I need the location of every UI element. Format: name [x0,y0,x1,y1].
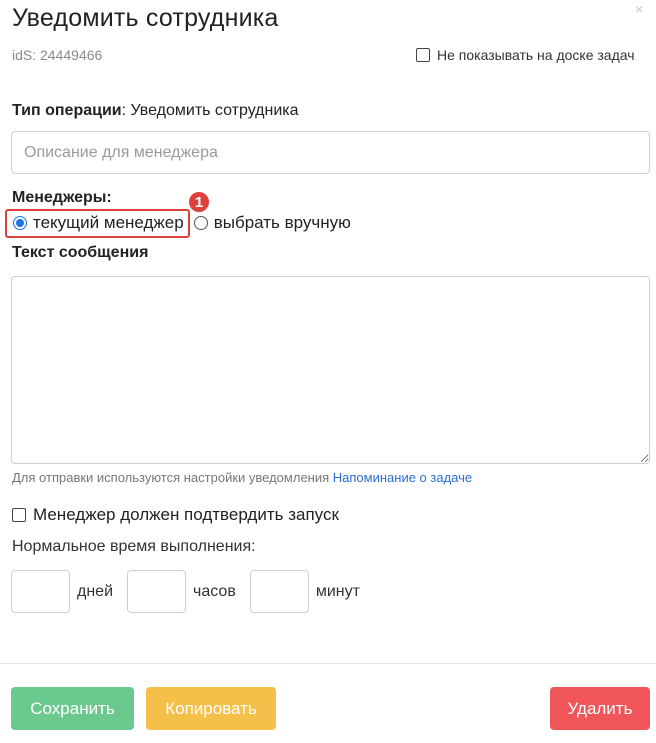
hide-from-board-label: Не показывать на доске задач [437,47,635,63]
save-button[interactable]: Сохранить [11,687,134,730]
delete-button[interactable]: Удалить [550,687,650,730]
radio-current-manager-label: текущий менеджер [33,213,184,232]
annotation-badge: 1 [187,190,211,214]
notification-hint: Для отправки используются настройки увед… [12,470,472,485]
operation-type-label: Тип операции [12,102,122,119]
radio-current-manager[interactable]: текущий менеджер [5,208,190,238]
notification-hint-text: Для отправки используются настройки увед… [12,470,333,485]
dialog-title: Уведомить сотрудника [12,4,279,32]
copy-button[interactable]: Копировать [146,687,276,730]
reminder-settings-link[interactable]: Напоминание о задаче [333,470,472,485]
ids-text: idS: 24449466 [12,47,103,63]
operation-type-value: : Уведомить сотрудника [121,102,299,119]
minutes-label: минут [315,582,360,600]
radio-choose-manually-input[interactable] [193,216,208,230]
days-label: дней [77,582,114,600]
normal-time-label: Нормальное время выполнения: [12,538,256,555]
minutes-input[interactable] [249,570,309,613]
hide-from-board-checkbox[interactable] [416,48,430,62]
radio-choose-manually-label: выбрать вручную [213,213,351,232]
operation-type: Тип операции: Уведомить сотрудника [12,102,299,120]
confirm-launch-toggle[interactable]: Менеджер должен подтвердить запуск [12,505,339,525]
footer-divider [0,663,656,664]
confirm-launch-label: Менеджер должен подтвердить запуск [33,505,339,524]
managers-radio-group: текущий менеджер выбрать вручную [5,208,351,238]
close-icon[interactable]: × [635,2,643,16]
radio-current-manager-input[interactable] [13,216,27,230]
days-input[interactable] [11,570,70,613]
manager-description-input[interactable] [11,131,650,174]
normal-time-inputs: дней часов минут [11,570,374,613]
message-text-label: Текст сообщения [12,244,149,261]
radio-choose-manually[interactable]: выбрать вручную [193,213,351,233]
hours-label: часов [193,582,236,600]
message-textarea[interactable] [11,276,650,464]
hours-input[interactable] [127,570,187,613]
managers-label: Менеджеры: [12,189,112,206]
confirm-launch-checkbox[interactable] [12,508,26,522]
hide-from-board-toggle[interactable]: Не показывать на доске задач [416,47,635,63]
